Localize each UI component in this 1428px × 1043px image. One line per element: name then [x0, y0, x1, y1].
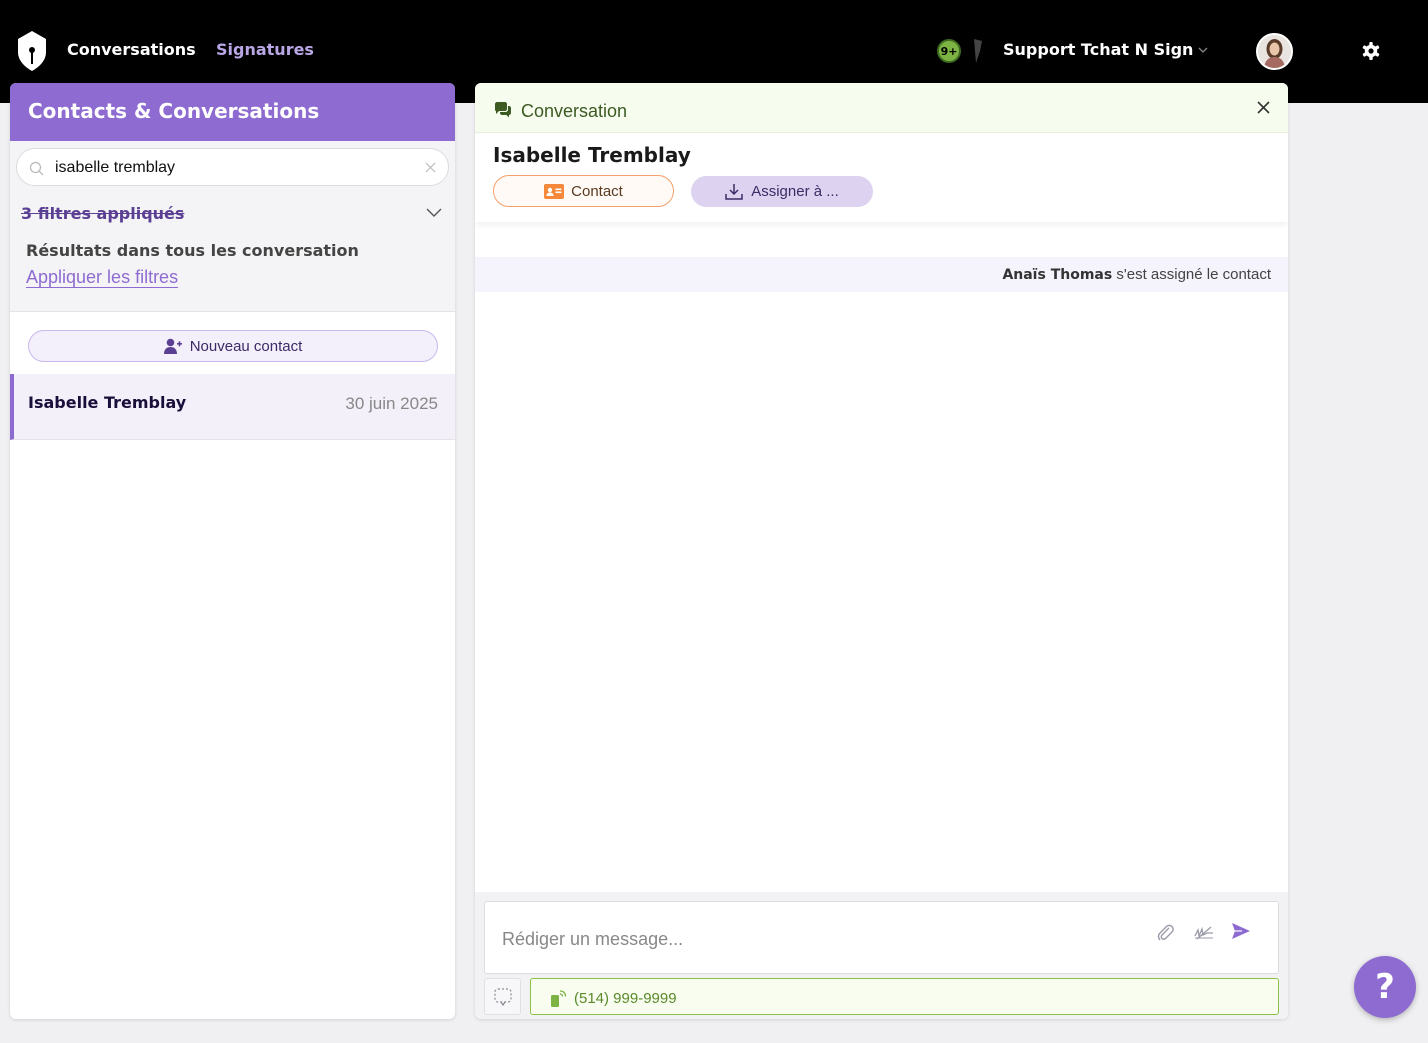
filters-applied-toggle[interactable]: 3 filtres appliqués	[21, 204, 184, 223]
close-icon[interactable]	[1257, 101, 1270, 114]
mobile-phone-icon	[551, 990, 567, 1007]
divider	[10, 311, 455, 312]
results-scope-label: Résultats dans tous les conversation	[26, 241, 359, 260]
assign-button-label: Assigner à ...	[751, 183, 839, 200]
help-button[interactable]: ?	[1354, 956, 1416, 1018]
search-box[interactable]	[16, 148, 449, 186]
conversation-list-item[interactable]: Isabelle Tremblay 30 juin 2025	[10, 374, 455, 440]
user-plus-icon	[163, 338, 182, 354]
new-contact-label: Nouveau contact	[189, 337, 303, 355]
chevron-down-icon[interactable]	[1197, 45, 1209, 55]
chat-bubbles-icon	[495, 102, 511, 118]
phone-number: (514) 999-9999	[574, 990, 677, 1007]
clear-search-icon[interactable]	[425, 162, 436, 173]
download-icon	[725, 183, 743, 200]
notification-badge[interactable]: 9+	[937, 39, 961, 63]
search-input[interactable]	[55, 157, 415, 179]
assign-button[interactable]: Assigner à ...	[691, 176, 873, 207]
new-contact-button[interactable]: Nouveau contact	[28, 330, 438, 362]
id-card-icon	[544, 183, 565, 199]
filters-area: 3 filtres appliqués Résultats dans tous …	[10, 141, 455, 311]
user-avatar[interactable]	[1256, 33, 1293, 70]
search-icon	[29, 161, 44, 176]
conversation-contact-name: Isabelle Tremblay	[28, 393, 187, 412]
paperclip-icon[interactable]	[1155, 922, 1175, 942]
nav-conversations[interactable]: Conversations	[67, 40, 196, 59]
avatar-portrait-icon	[1258, 35, 1291, 68]
system-message: Anaïs Thomas s'est assigné le contact	[475, 257, 1288, 292]
nav-signatures[interactable]: Signatures	[216, 40, 314, 59]
message-composer[interactable]	[484, 901, 1279, 974]
no-signature-icon[interactable]	[1193, 924, 1215, 942]
contact-button-label: Contact	[571, 182, 623, 200]
chevron-down-icon[interactable]	[426, 142, 442, 152]
contact-info-area: Isabelle Tremblay Contact Assigner à ...	[475, 134, 1288, 222]
contacts-panel: Contacts & Conversations 3 filtres appli…	[10, 83, 455, 1019]
conversation-header-label: Conversation	[521, 101, 628, 121]
conversation-panel: Conversation Isabelle Tremblay Contact A…	[475, 83, 1288, 1019]
contact-name-heading: Isabelle Tremblay	[493, 143, 691, 167]
dashed-message-icon	[494, 988, 512, 1007]
composer-area: (514) 999-9999	[475, 892, 1288, 1019]
phone-channel-field[interactable]: (514) 999-9999	[530, 978, 1279, 1015]
contact-button[interactable]: Contact	[493, 175, 674, 207]
system-message-actor: Anaïs Thomas	[1002, 267, 1113, 283]
message-input[interactable]	[502, 927, 1142, 951]
account-switcher[interactable]: Support Tchat N Sign	[1003, 40, 1193, 59]
message-type-selector[interactable]	[484, 978, 521, 1015]
filters-expand-chevron-icon[interactable]	[426, 208, 442, 218]
send-icon[interactable]	[1231, 921, 1251, 941]
apply-filters-link[interactable]: Appliquer les filtres	[26, 267, 179, 288]
pen-nib-icon	[974, 39, 982, 63]
system-message-text: s'est assigné le contact	[1116, 266, 1271, 283]
panel-title: Contacts & Conversations	[28, 99, 320, 123]
contacts-panel-header: Contacts & Conversations	[10, 83, 455, 141]
conversation-header: Conversation	[475, 83, 1288, 133]
app-logo-icon[interactable]	[16, 30, 48, 72]
gear-icon[interactable]	[1361, 41, 1381, 61]
conversation-date: 30 juin 2025	[345, 394, 438, 413]
